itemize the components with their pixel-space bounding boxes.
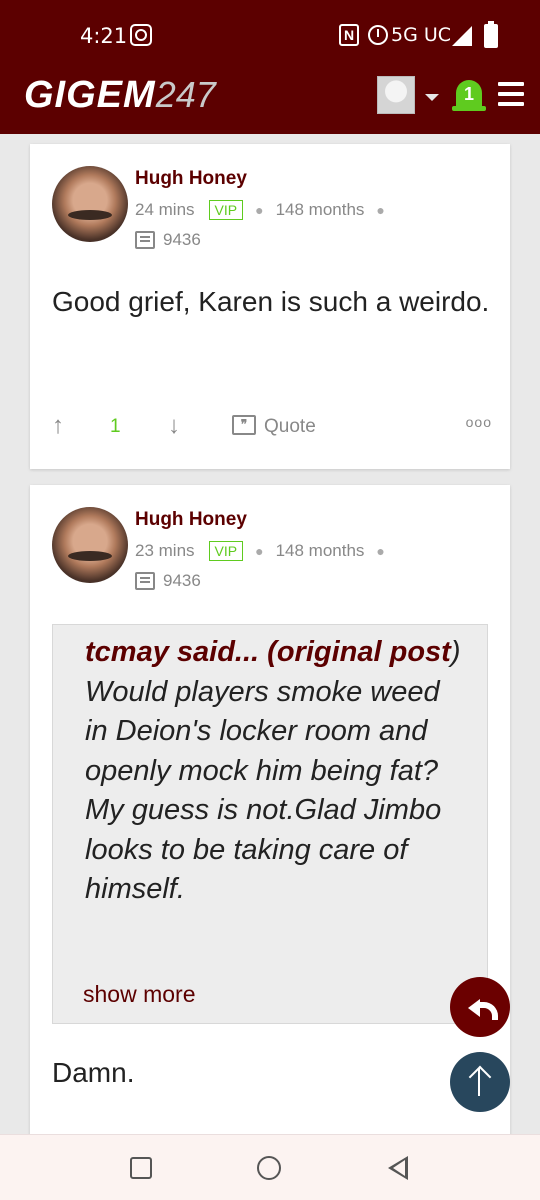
back-icon[interactable] [388,1156,408,1180]
recent-apps-icon[interactable] [130,1157,152,1179]
post-card: Hugh Honey 23 mins VIP ● 148 months ● 94… [30,485,510,1145]
post-body: Good grief, Karen is such a weirdo. [52,286,490,317]
notifications-bell-icon[interactable]: 1 [452,76,486,116]
logo-number: 247 [155,74,216,115]
posts-icon [135,572,155,590]
quote-text: tcmay said... (original post) Would play… [85,633,465,910]
chevron-down-icon[interactable] [425,94,439,101]
status-bar: 4:21 N 5G UC [0,0,540,68]
logo-text: GIGEM [24,74,156,116]
post-count: 9436 [135,571,201,591]
post-time: 24 mins [135,200,195,219]
hamburger-menu-icon[interactable] [498,82,524,106]
alarm-icon [368,25,388,45]
post-count-value: 9436 [163,230,201,249]
show-more-link[interactable]: show more [83,981,195,1008]
reply-button[interactable] [450,977,510,1037]
network-type: 5G UC [391,24,452,46]
post-meta: 23 mins VIP ● 148 months ● [135,541,397,561]
more-options-icon[interactable]: ooo [466,414,492,430]
quote-icon[interactable]: ❞ [232,415,256,435]
post-count: 9436 [135,230,201,250]
quote-button[interactable]: Quote [264,416,316,438]
post-username[interactable]: Hugh Honey [135,509,247,531]
posts-icon [135,231,155,249]
separator-dot: ● [255,202,264,218]
avatar[interactable] [52,166,128,242]
quote-author[interactable]: tcmay said... ( [85,636,277,668]
member-tenure: 148 months [275,541,365,560]
member-tenure: 148 months [275,200,365,219]
separator-dot: ● [376,202,385,218]
site-header: GIGEM247 1 [0,68,540,134]
battery-icon [484,21,498,48]
avatar[interactable] [52,507,128,583]
quote-content: Would players smoke weed in Deion's lock… [85,675,442,906]
notification-count: 1 [463,84,474,104]
separator-dot: ● [255,543,264,559]
post-time: 23 mins [135,541,195,560]
original-post-link[interactable]: original post [277,636,451,668]
post-username[interactable]: Hugh Honey [135,168,247,190]
signal-icon [452,26,472,46]
bell-base [452,106,486,111]
upvote-arrow-icon[interactable]: ↑ [52,412,64,440]
downvote-arrow-icon[interactable]: ↓ [168,412,180,440]
scroll-to-top-button[interactable] [450,1052,510,1112]
system-navigation-bar [0,1134,540,1200]
quote-block: tcmay said... (original post) Would play… [52,624,488,1024]
vote-score: 1 [110,416,121,437]
post-count-value: 9436 [163,571,201,590]
nfc-icon: N [339,24,359,46]
quote-close-paren: ) [450,636,461,668]
status-time: 4:21 [80,24,128,48]
post-card: Hugh Honey 24 mins VIP ● 148 months ● 94… [30,144,510,469]
arrow-up-icon [478,1068,480,1096]
site-logo[interactable]: GIGEM247 [24,74,216,117]
screen-record-icon [130,24,152,46]
user-avatar-button[interactable] [377,76,415,114]
home-icon[interactable] [257,1156,281,1180]
separator-dot: ● [376,543,385,559]
post-meta: 24 mins VIP ● 148 months ● [135,200,397,220]
vip-badge: VIP [208,541,244,561]
vip-badge: VIP [208,200,244,220]
post-actions: ↑ 1 ↓ ❞ Quote ooo [52,412,492,442]
post-body: Damn. [52,1057,135,1088]
